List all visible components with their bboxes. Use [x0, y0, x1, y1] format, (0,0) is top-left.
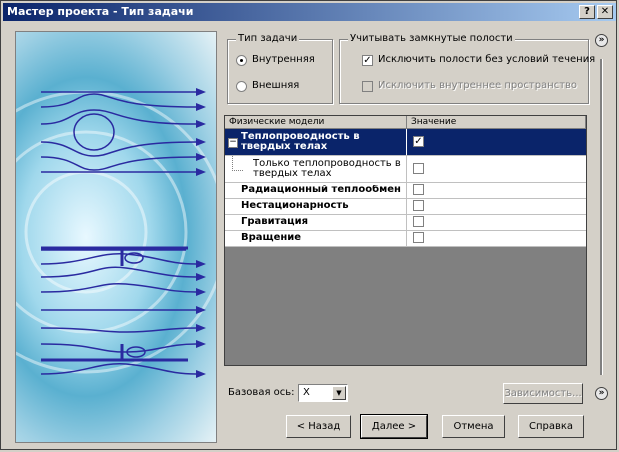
grid-row-label: Гравитация	[241, 217, 308, 227]
grid-header: Физические модели Значение	[225, 116, 586, 129]
closed-cavities-legend: Учитывать замкнутые полости	[348, 33, 515, 44]
radio-external[interactable]	[236, 81, 247, 92]
grid-row-heat-conduction[interactable]: − Теплопроводность в твердых телах ✓	[225, 129, 586, 156]
rotation-checkbox[interactable]	[413, 232, 424, 243]
grid-value-cell	[406, 199, 424, 214]
transient-checkbox[interactable]	[413, 200, 424, 211]
grid-row-transient[interactable]: Нестационарность	[225, 199, 586, 215]
flow-diagram	[16, 88, 216, 378]
back-button[interactable]: < Назад	[286, 415, 351, 438]
grid-row-label: Вращение	[241, 233, 302, 243]
conduction-only-checkbox[interactable]	[413, 163, 424, 174]
gravity-checkbox[interactable]	[413, 216, 424, 227]
next-button[interactable]: Далее >	[360, 414, 428, 439]
grid-value-cell	[406, 215, 424, 230]
task-type-legend: Тип задачи	[236, 33, 300, 44]
help-button[interactable]: Справка	[518, 415, 584, 438]
grid-value-cell	[406, 231, 424, 246]
grid-row-conduction-only[interactable]: Только теплопроводность в твердых телах	[225, 156, 586, 183]
close-icon[interactable]: ✕	[597, 5, 613, 19]
grid-row-radiation[interactable]: Радиационный теплообмен	[225, 183, 586, 199]
radio-internal-label[interactable]: Внутренняя	[252, 54, 315, 65]
column-header-models[interactable]: Физические модели	[225, 116, 407, 128]
radio-internal[interactable]	[236, 55, 247, 66]
grid-value-cell: ✓	[406, 129, 424, 155]
grid-value-cell	[406, 183, 424, 198]
expand-bottom-icon[interactable]: »	[595, 387, 608, 400]
grid-row-label: Только теплопроводность в твердых телах	[253, 159, 401, 179]
closed-cavities-group: Учитывать замкнутые полости ✓ Исключить …	[339, 33, 595, 104]
column-header-value[interactable]: Значение	[407, 116, 586, 128]
radiation-checkbox[interactable]	[413, 184, 424, 195]
expand-top-icon[interactable]: »	[595, 34, 608, 47]
grid-row-label: Теплопроводность в твердых телах	[241, 132, 360, 152]
exclude-cavities-label[interactable]: Исключить полости без условий течения	[378, 54, 595, 65]
physical-models-grid: Физические модели Значение − Теплопровод…	[224, 115, 587, 366]
heat-conduction-checkbox[interactable]: ✓	[413, 136, 424, 147]
grid-row-label: Радиационный теплообмен	[241, 185, 401, 195]
help-icon[interactable]: ?	[579, 5, 595, 19]
grid-row-rotation[interactable]: Вращение	[225, 231, 586, 247]
exclude-cavities-checkbox[interactable]: ✓	[362, 55, 373, 66]
dependency-button: Зависимость...	[503, 383, 583, 404]
exclude-internal-space-checkbox	[362, 81, 373, 92]
side-divider	[600, 59, 603, 375]
base-axis-select[interactable]: X ▼	[298, 384, 348, 402]
grid-row-label: Нестационарность	[241, 201, 349, 211]
flow-illustration	[15, 31, 217, 443]
window-title: Мастер проекта - Тип задачи	[7, 5, 194, 18]
tree-line	[232, 156, 243, 171]
collapse-icon[interactable]: −	[228, 138, 238, 148]
title-bar: Мастер проекта - Тип задачи ? ✕	[3, 3, 616, 21]
grid-value-cell	[406, 156, 424, 182]
chevron-down-icon[interactable]: ▼	[332, 386, 346, 400]
base-axis-value: X	[303, 387, 310, 398]
cancel-button[interactable]: Отмена	[442, 415, 505, 438]
wizard-window: Мастер проекта - Тип задачи ? ✕ Тип зада…	[0, 0, 617, 450]
task-type-group: Тип задачи Внутренняя Внешняя	[227, 33, 333, 104]
exclude-internal-space-label: Исключить внутреннее пространство	[378, 80, 578, 91]
base-axis-label: Базовая ось:	[228, 387, 295, 398]
radio-external-label[interactable]: Внешняя	[252, 80, 299, 91]
grid-row-gravity[interactable]: Гравитация	[225, 215, 586, 231]
